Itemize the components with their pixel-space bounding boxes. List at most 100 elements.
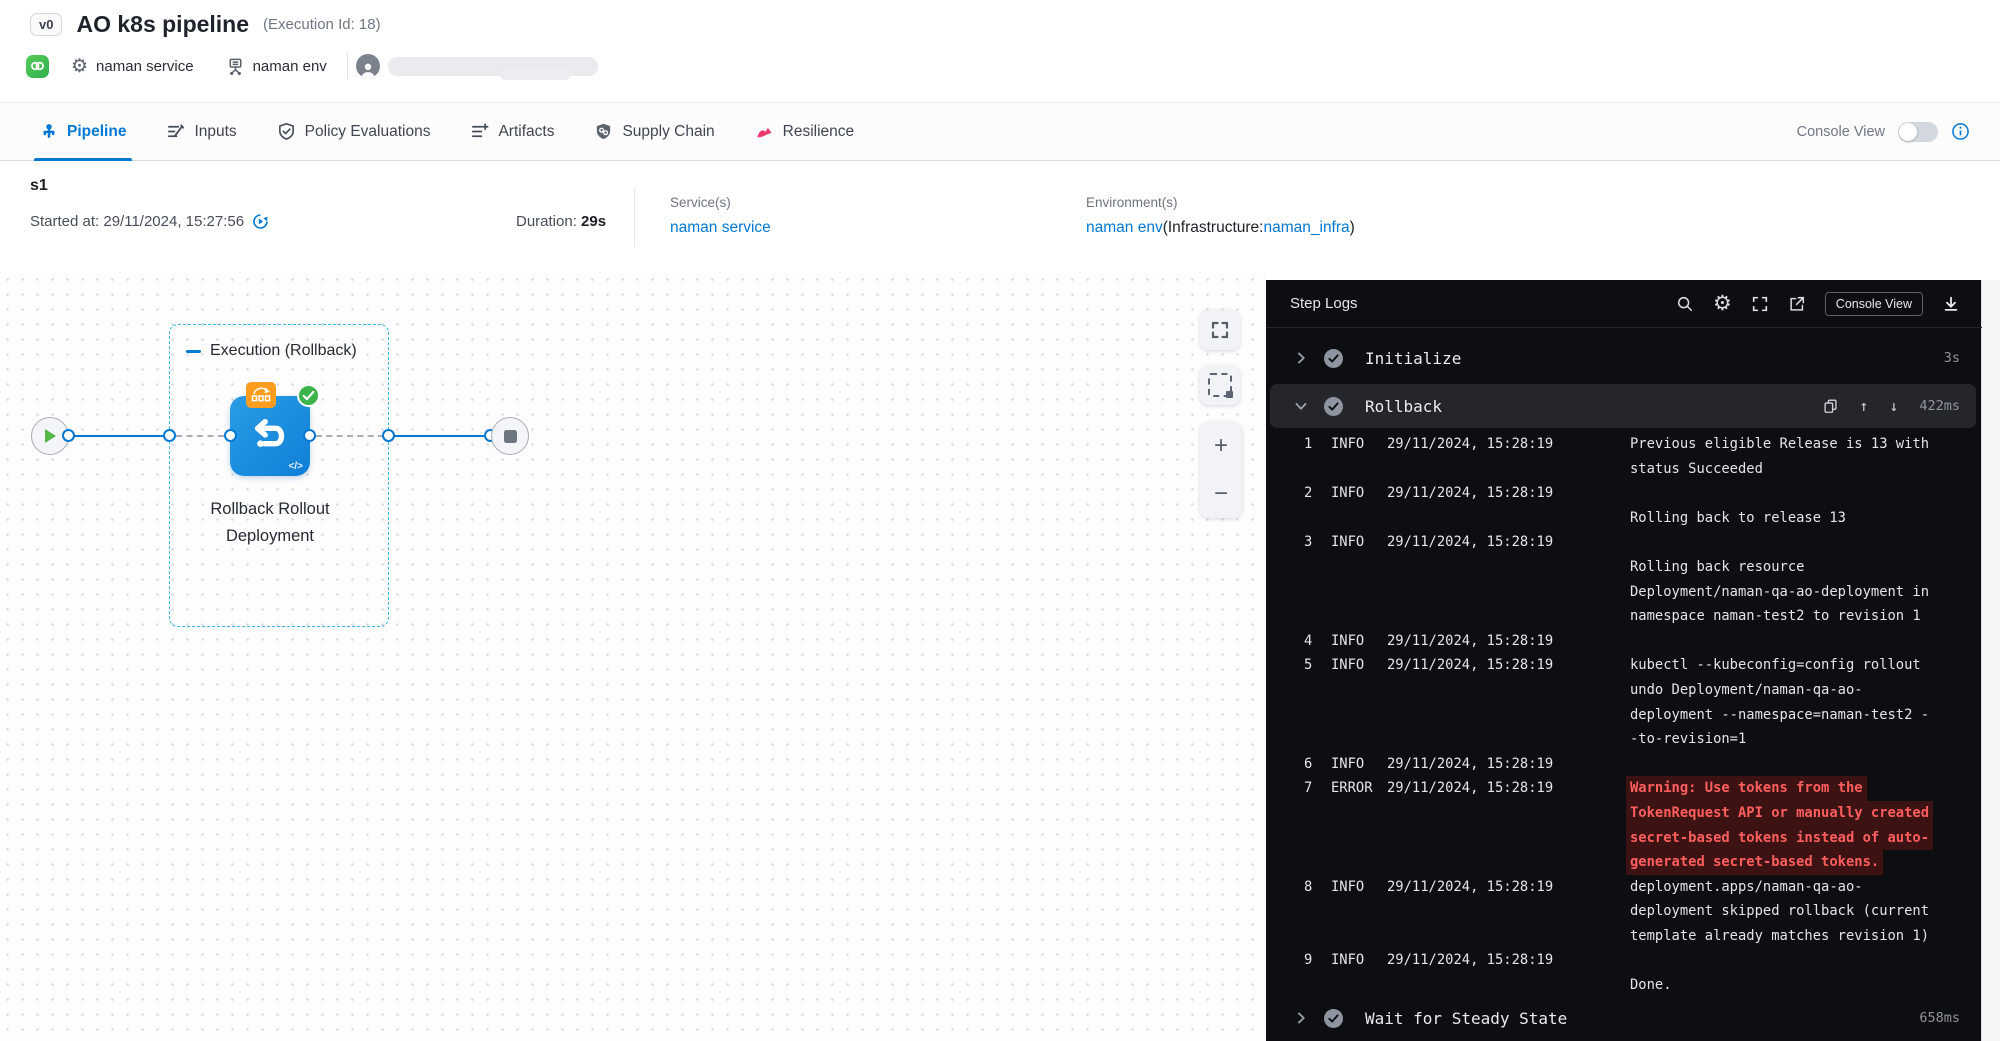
services-label: Service(s) (670, 195, 771, 210)
console-view-button[interactable]: Console View (1825, 292, 1923, 316)
log-line: 3INFO29/11/2024, 15:28:19 (1266, 530, 1966, 555)
log-section-wait-for-steady-state[interactable]: Wait for Steady State 658ms (1270, 998, 1976, 1038)
collapse-group-icon[interactable] (186, 350, 201, 353)
section-name: Wait for Steady State (1365, 1009, 1567, 1028)
log-line: Deployment/naman-qa-ao-deployment in (1266, 580, 1966, 605)
step-node-label: Rollback Rollout Deployment (160, 496, 380, 550)
tab-policy-evaluations[interactable]: Policy Evaluations (277, 103, 431, 160)
artifacts-icon (470, 122, 489, 141)
group-title: Execution (Rollback) (186, 342, 357, 360)
chevron-right-icon (1294, 1011, 1308, 1025)
zoom-in-button[interactable]: + (1214, 434, 1228, 458)
log-line: 1INFO29/11/2024, 15:28:19Previous eligib… (1266, 432, 1966, 457)
resilience-chaos-icon (755, 122, 774, 141)
main-area: Execution (Rollback) </> (0, 272, 2000, 1041)
log-line-error: TokenRequest API or manually created (1266, 801, 1966, 826)
section-name: Rollback (1365, 397, 1442, 416)
started-at-text: Started at: 29/11/2024, 15:27:56 (30, 213, 244, 230)
group-in-port (163, 429, 176, 442)
tab-inputs[interactable]: Inputs (166, 103, 236, 160)
log-line: deployment skipped rollback (current (1266, 899, 1966, 924)
policy-shield-icon (277, 122, 296, 141)
search-icon[interactable] (1676, 295, 1694, 313)
stage-divider (634, 189, 635, 247)
tab-artifacts-label: Artifacts (498, 123, 554, 141)
log-line: 9INFO29/11/2024, 15:28:19 (1266, 948, 1966, 973)
environment-icon (226, 57, 245, 76)
template-code-glyph: </> (289, 461, 303, 472)
zoom-out-button[interactable]: − (1214, 482, 1228, 506)
scroll-to-top-icon[interactable]: ↑ (1859, 399, 1868, 414)
console-view-toggle[interactable] (1898, 122, 1938, 142)
section-duration: 422ms (1919, 398, 1960, 414)
log-section-rollback[interactable]: Rollback ↑ ↓ 422ms (1270, 384, 1976, 428)
log-line-error: secret-based tokens instead of auto- (1266, 826, 1966, 851)
execution-history-icon[interactable] (252, 213, 269, 230)
step-success-icon (1324, 1009, 1343, 1028)
context-row: ⚙ naman service naman env (26, 52, 598, 80)
log-line: Rolling back to release 13 (1266, 506, 1966, 531)
started-at: Started at: 29/11/2024, 15:27:56 (30, 213, 269, 230)
tab-pipeline[interactable]: Pipeline (40, 103, 126, 160)
info-icon[interactable] (1951, 122, 1970, 141)
step-success-icon (1324, 349, 1343, 368)
environment-link[interactable]: naman env (1086, 219, 1163, 236)
services-column: Service(s) naman service (670, 195, 771, 237)
expand-fullscreen-icon[interactable] (1751, 295, 1769, 313)
redacted-user-email (388, 57, 598, 76)
chevron-down-icon (1294, 399, 1308, 413)
section-name: Initialize (1365, 349, 1461, 368)
fit-to-screen-button[interactable] (1200, 310, 1240, 350)
edge-start-to-group (69, 435, 171, 437)
tab-inputs-label: Inputs (194, 123, 236, 141)
service-link[interactable]: naman service (670, 219, 771, 236)
tab-resilience[interactable]: Resilience (755, 103, 855, 160)
step-label-line2: Deployment (160, 523, 380, 550)
log-section-initialize[interactable]: Initialize 3s (1270, 336, 1976, 380)
edge-group-to-end (394, 435, 486, 437)
console-view-label: Console View (1797, 124, 1885, 140)
rollback-rollout-step-node[interactable]: </> (230, 396, 310, 476)
log-line: status Succeeded (1266, 457, 1966, 482)
tab-pipeline-label: Pipeline (67, 123, 126, 141)
pipeline-icon (40, 123, 58, 141)
log-panel-title: Step Logs (1290, 295, 1358, 312)
scroll-to-bottom-icon[interactable]: ↓ (1889, 399, 1898, 414)
log-line: 8INFO29/11/2024, 15:28:19deployment.apps… (1266, 875, 1966, 900)
log-line: 5INFO29/11/2024, 15:28:19kubectl --kubec… (1266, 653, 1966, 678)
duration: Duration: 29s (516, 213, 606, 230)
step-logs-panel: Step Logs ⚙ Console View (1266, 280, 2000, 1041)
duration-value: 29s (581, 213, 606, 230)
tab-supply-label: Supply Chain (622, 123, 714, 141)
log-settings-gear-icon[interactable]: ⚙ (1713, 293, 1732, 314)
start-node-out-port (62, 429, 75, 442)
section-duration: 658ms (1919, 1010, 1960, 1026)
marquee-select-button[interactable] (1200, 365, 1240, 405)
log-line-error: generated secret-based tokens. (1266, 850, 1966, 875)
marquee-icon (1208, 373, 1232, 397)
step-out-port (303, 429, 316, 442)
environment-name: naman env (253, 58, 327, 75)
user-avatar (356, 54, 380, 78)
environments-label: Environment(s) (1086, 195, 1355, 210)
supply-chain-shield-icon (594, 122, 613, 141)
service-name: naman service (96, 58, 194, 75)
log-lines[interactable]: 1INFO29/11/2024, 15:28:19Previous eligib… (1266, 432, 1966, 998)
stop-icon (504, 430, 517, 443)
tab-artifacts[interactable]: Artifacts (470, 103, 554, 160)
page-header: v0 AO k8s pipeline (Execution Id: 18) ⚙ … (0, 0, 2000, 102)
rollback-strategy-badge (246, 382, 276, 408)
download-logs-icon[interactable] (1942, 295, 1960, 313)
end-node[interactable] (491, 417, 529, 455)
infra-close-paren: ) (1350, 219, 1355, 236)
copy-logs-icon[interactable] (1823, 398, 1838, 414)
log-line-error: 7ERROR29/11/2024, 15:28:19Warning: Use t… (1266, 776, 1966, 801)
stage-summary-bar: s1 Started at: 29/11/2024, 15:27:56 Dura… (0, 161, 2000, 273)
log-scrollbar[interactable] (1981, 280, 2000, 1041)
pipeline-canvas[interactable]: Execution (Rollback) </> (0, 272, 1266, 1041)
environments-column: Environment(s) naman env(Infrastructure:… (1086, 195, 1355, 237)
infrastructure-link[interactable]: naman_infra (1263, 219, 1349, 236)
tab-supply-chain[interactable]: Supply Chain (594, 103, 714, 160)
open-external-icon[interactable] (1788, 295, 1806, 313)
log-line: template already matches revision 1) (1266, 924, 1966, 949)
